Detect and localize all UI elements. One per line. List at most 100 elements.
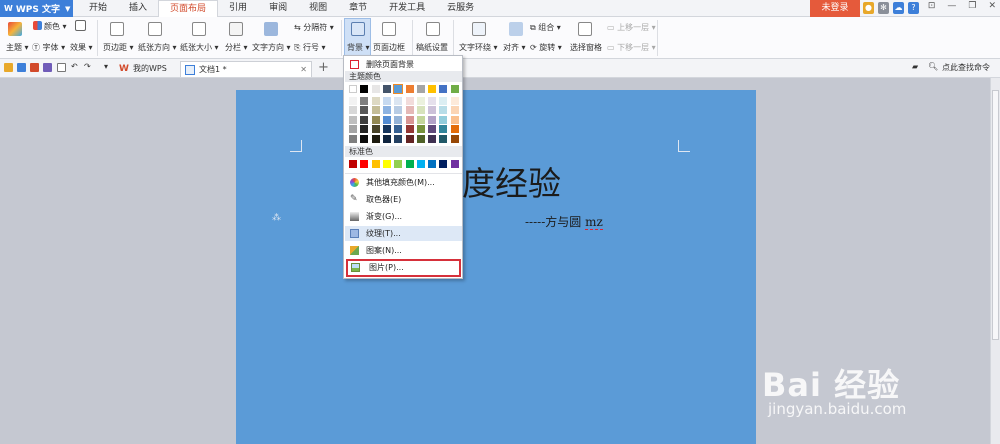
orientation-button[interactable]: 纸张方向 ▾ — [138, 42, 177, 53]
more-fill-colors-item[interactable]: 其他填充颜色(M)... — [345, 175, 462, 190]
text-wrap-button[interactable]: 文字环绕 ▾ — [459, 42, 498, 53]
color-swatch[interactable] — [360, 97, 369, 105]
color-swatch[interactable] — [394, 97, 403, 105]
doc-tab-my-wps[interactable]: W 我的WPS — [115, 61, 167, 77]
close-tab-icon[interactable]: ✕ — [300, 62, 307, 78]
color-swatch[interactable] — [428, 85, 437, 93]
document-page[interactable] — [236, 90, 756, 444]
color-swatch[interactable] — [382, 134, 391, 143]
color-swatch[interactable] — [349, 134, 357, 143]
standard-color-swatch[interactable] — [394, 160, 403, 168]
color-swatch[interactable] — [394, 115, 403, 124]
color-swatch[interactable] — [450, 85, 459, 93]
document-title-text[interactable]: 度经验 — [462, 157, 561, 205]
theme-button[interactable]: 主题 ▾ — [6, 42, 29, 53]
remove-background-item[interactable]: 删除页面背景 — [345, 57, 462, 72]
color-swatch[interactable] — [360, 125, 369, 134]
color-swatch[interactable] — [416, 85, 425, 93]
doc-tab-document1[interactable]: 文档1 * ✕ — [180, 61, 312, 77]
color-swatch[interactable] — [416, 134, 425, 143]
color-swatch[interactable] — [428, 106, 437, 115]
color-swatch[interactable] — [428, 115, 437, 124]
standard-color-swatch[interactable] — [371, 160, 380, 168]
line-number-button[interactable]: ⎘ 行号 ▾ — [294, 42, 326, 53]
color-swatch[interactable] — [450, 125, 459, 134]
print-icon[interactable] — [43, 63, 52, 72]
scrollbar-thumb[interactable] — [992, 90, 999, 340]
paper-setup-button[interactable]: 稿纸设置 — [416, 42, 448, 53]
minimize-icon[interactable]: — — [947, 1, 956, 11]
color-swatch[interactable] — [349, 115, 357, 124]
picture-item[interactable]: 图片(P)... — [346, 259, 461, 277]
tab-section[interactable]: 章节 — [338, 0, 378, 17]
color-swatch[interactable] — [349, 85, 357, 93]
vertical-scrollbar[interactable] — [990, 78, 1000, 444]
color-swatch[interactable] — [382, 106, 391, 115]
note-icon[interactable]: ▰ — [912, 62, 918, 71]
close-icon[interactable]: ✕ — [988, 1, 996, 11]
color-swatch[interactable] — [394, 134, 403, 143]
eyedropper-item[interactable]: ✎ 取色器(E) — [345, 192, 462, 207]
standard-color-swatch[interactable] — [360, 160, 369, 168]
color-swatch[interactable] — [405, 97, 414, 105]
color-swatch[interactable] — [371, 85, 380, 93]
color-swatch[interactable] — [439, 106, 448, 115]
standard-color-swatch[interactable] — [439, 160, 448, 168]
texture-item[interactable]: 纹理(T)... — [345, 226, 462, 241]
color-swatch[interactable] — [405, 85, 414, 93]
tab-references[interactable]: 引用 — [218, 0, 258, 17]
color-swatch[interactable] — [450, 106, 459, 115]
color-swatch[interactable] — [439, 134, 448, 143]
font-button[interactable]: Ⓣ 字体 ▾ — [32, 42, 65, 53]
color-swatch[interactable] — [360, 106, 369, 115]
paper-size-button[interactable]: 纸张大小 ▾ — [180, 42, 219, 53]
group-button[interactable]: ⧉ 组合 ▾ — [530, 22, 561, 33]
open-icon[interactable] — [4, 63, 13, 72]
color-swatch[interactable] — [371, 115, 380, 124]
color-swatch[interactable] — [416, 115, 425, 124]
send-backward-button[interactable]: ▭ 下移一层 ▾ — [607, 42, 656, 53]
color-swatch[interactable] — [428, 97, 437, 105]
color-swatch[interactable] — [382, 85, 391, 93]
color-swatch[interactable] — [450, 97, 459, 105]
standard-color-swatch[interactable] — [416, 160, 425, 168]
gradient-item[interactable]: 渐变(G)... — [345, 209, 462, 224]
color-swatch[interactable] — [349, 106, 357, 115]
search-icon[interactable]: 🔍︎ — [928, 62, 938, 71]
color-swatch[interactable] — [439, 97, 448, 105]
color-swatch[interactable] — [405, 115, 414, 124]
color-swatch[interactable] — [360, 115, 369, 124]
text-direction-button[interactable]: 文字方向 ▾ — [252, 42, 291, 53]
bring-forward-button[interactable]: ▭ 上移一层 ▾ — [607, 22, 656, 33]
color-swatch[interactable] — [371, 125, 380, 134]
maximize-icon[interactable]: ❐ — [968, 1, 976, 11]
tab-developer[interactable]: 开发工具 — [378, 0, 436, 17]
effect-button[interactable]: 效果 ▾ — [70, 42, 93, 53]
app-menu-button[interactable]: W WPS 文字 ▼ — [0, 0, 73, 17]
help-icon[interactable]: ? — [908, 2, 919, 14]
tab-cloud[interactable]: 云服务 — [436, 0, 485, 17]
new-tab-button[interactable]: + — [318, 60, 329, 75]
standard-color-swatch[interactable] — [405, 160, 414, 168]
find-command-input[interactable]: 点此查找命令 — [942, 62, 1000, 73]
customize-chevron-icon[interactable]: ▾ — [104, 62, 108, 71]
color-swatch[interactable] — [450, 134, 459, 143]
tab-home[interactable]: 开始 — [78, 0, 118, 17]
color-swatch[interactable] — [382, 125, 391, 134]
undo-icon[interactable]: ↶ — [71, 62, 78, 71]
color-swatch[interactable] — [394, 125, 403, 134]
color-swatch[interactable] — [349, 97, 357, 105]
color-swatch[interactable] — [349, 125, 357, 134]
page-border-button[interactable]: 页面边框 — [373, 42, 405, 53]
color-swatch[interactable] — [405, 106, 414, 115]
standard-color-swatch[interactable] — [349, 160, 357, 168]
login-button[interactable]: 未登录 — [810, 0, 860, 17]
color-swatch[interactable] — [371, 106, 380, 115]
export-pdf-icon[interactable] — [30, 63, 39, 72]
redo-icon[interactable]: ↷ — [84, 62, 91, 71]
gear-icon[interactable]: ✻ — [878, 2, 889, 14]
standard-color-swatch[interactable] — [428, 160, 437, 168]
standard-color-swatch[interactable] — [450, 160, 459, 168]
color-swatch[interactable] — [439, 125, 448, 134]
margins-button[interactable]: 页边距 ▾ — [103, 42, 134, 53]
